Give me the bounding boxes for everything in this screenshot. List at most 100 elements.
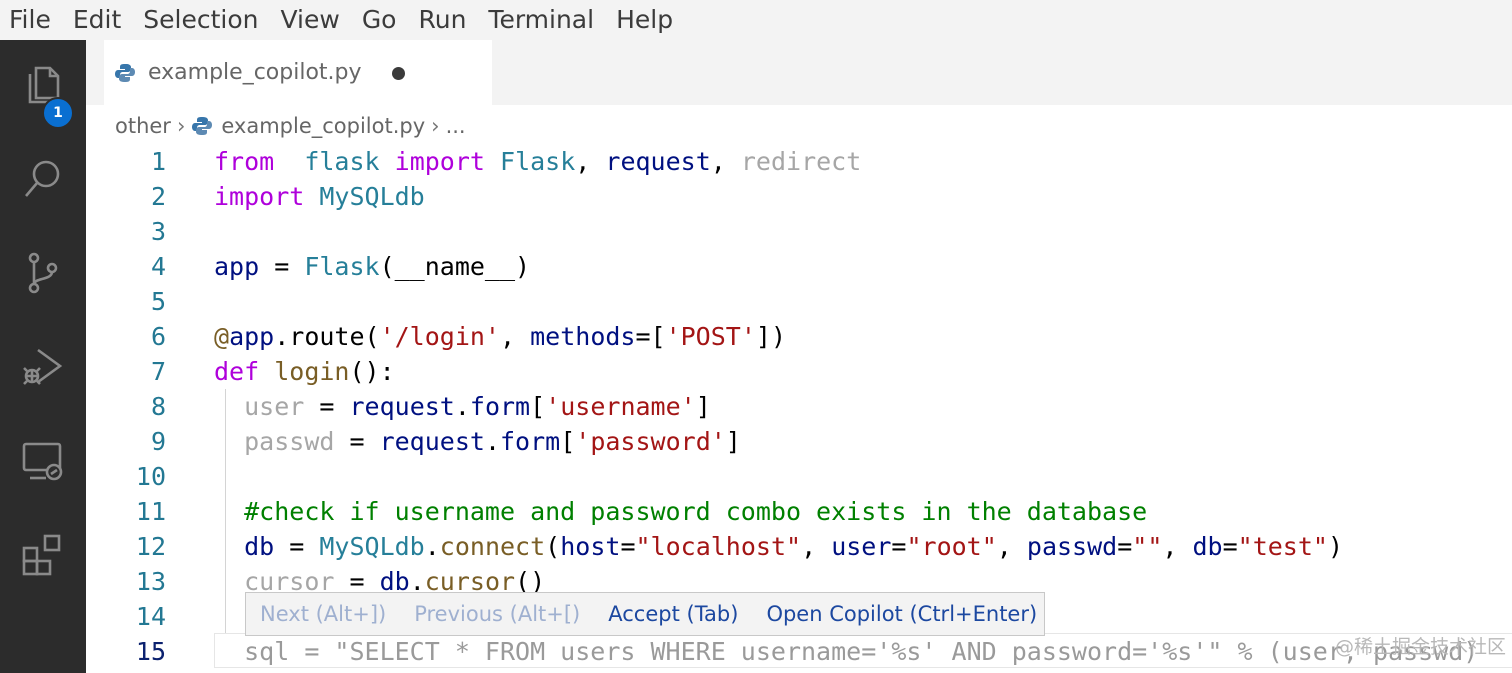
copilot-accept-button[interactable]: Accept (Tab) (594, 602, 752, 626)
chevron-right-icon: › (431, 114, 440, 138)
code-token: ] (725, 427, 741, 456)
code-token: db (1192, 532, 1223, 561)
code-token: user (831, 532, 892, 561)
code-token: request (349, 392, 455, 421)
line-number: 6 (150, 322, 166, 351)
code-text: #check if username and password combo ex… (214, 494, 1147, 529)
code-token: ) (1327, 532, 1344, 561)
breadcrumb-ellipsis[interactable]: ... (446, 114, 466, 138)
code-token: methods (530, 322, 636, 351)
code-token: , (1162, 532, 1193, 561)
menu-file[interactable]: File (0, 0, 62, 40)
code-token: '/login' (379, 322, 500, 351)
editor-tab[interactable]: example_copilot.py (104, 40, 492, 105)
code-token: app (214, 252, 260, 281)
copilot-ghost-text: sql = "SELECT * FROM users WHERE usernam… (244, 637, 1479, 666)
code-line[interactable]: 6 @app.route('/login', methods=['POST']) (86, 319, 1512, 354)
code-text: import MySQLdb (214, 179, 425, 214)
code-line[interactable]: 10 (86, 459, 1512, 494)
line-number: 15 (135, 637, 166, 666)
code-token: import (394, 147, 485, 176)
line-number: 7 (150, 357, 166, 386)
code-token: host (560, 532, 621, 561)
copilot-next-button[interactable]: Next (Alt+]) (246, 602, 400, 626)
source-control-button[interactable] (0, 238, 86, 308)
code-line[interactable]: 7 def login(): (86, 354, 1512, 389)
code-line[interactable]: 5 (86, 284, 1512, 319)
editor-tab-strip: example_copilot.py (86, 40, 1512, 105)
extensions-button[interactable] (0, 520, 86, 590)
explorer-badge: 1 (42, 97, 74, 129)
code-line[interactable]: 3 (86, 214, 1512, 249)
line-number: 11 (135, 497, 166, 526)
activity-bar: 1 (0, 40, 86, 673)
code-token: , (710, 147, 741, 176)
menu-view[interactable]: View (269, 0, 350, 40)
code-line[interactable]: 15 sql = "SELECT * FROM users WHERE user… (86, 634, 1512, 669)
line-number: 14 (135, 602, 166, 631)
code-token: = (620, 532, 636, 561)
code-token: flask (304, 147, 380, 176)
code-token: [ (560, 427, 576, 456)
code-token: , (996, 532, 1027, 561)
copilot-open-button[interactable]: Open Copilot (Ctrl+Enter) (752, 602, 1051, 626)
line-number: 5 (150, 287, 166, 316)
menu-terminal[interactable]: Terminal (477, 0, 605, 40)
tab-filename: example_copilot.py (148, 60, 362, 85)
code-token: passwd (244, 427, 335, 456)
breadcrumb-folder[interactable]: other (115, 114, 171, 138)
code-token: @ (214, 322, 230, 351)
code-token: redirect (740, 147, 862, 176)
code-line[interactable]: 4 app = Flask(__name__) (86, 249, 1512, 284)
code-token: from (214, 147, 275, 176)
menu-selection[interactable]: Selection (132, 0, 269, 40)
code-line[interactable]: 9 passwd = request.form['password'] (86, 424, 1512, 459)
code-line[interactable]: 1 from flask import Flask, request, redir… (86, 144, 1512, 179)
code-token: . (454, 392, 470, 421)
code-text: @app.route('/login', methods=['POST']) (214, 319, 786, 354)
code-token: =[ (635, 322, 666, 351)
code-token: "test" (1237, 532, 1328, 561)
code-token: (__name__) (379, 252, 531, 281)
code-token: login (274, 357, 350, 386)
code-token: = (259, 252, 305, 281)
breadcrumb-file[interactable]: example_copilot.py (221, 114, 425, 138)
code-token: .route( (274, 322, 380, 351)
copilot-suggestion-toolbar: Next (Alt+]) Previous (Alt+[) Accept (Ta… (245, 592, 1045, 636)
code-line[interactable]: 8 user = request.form['username'] (86, 389, 1512, 424)
explorer-button[interactable]: 1 (0, 50, 86, 129)
line-number: 10 (135, 462, 166, 491)
remote-explorer-button[interactable] (0, 426, 86, 496)
menu-edit[interactable]: Edit (62, 0, 132, 40)
code-token: ] (695, 392, 711, 421)
run-debug-button[interactable] (0, 332, 86, 402)
copilot-previous-button[interactable]: Previous (Alt+[) (400, 602, 594, 626)
code-token: [ (530, 392, 546, 421)
code-token: "" (1132, 532, 1163, 561)
code-token: . (484, 427, 500, 456)
search-icon (25, 160, 60, 197)
search-button[interactable] (0, 144, 86, 214)
menu-run[interactable]: Run (407, 0, 477, 40)
code-token: 'POST' (665, 322, 756, 351)
code-token: MySQLdb (319, 532, 425, 561)
line-number: 3 (150, 217, 166, 246)
code-token: Flask (304, 252, 380, 281)
code-line[interactable]: 12 db = MySQLdb.connect(host="localhost"… (86, 529, 1512, 564)
unsaved-dot-icon[interactable] (392, 67, 405, 80)
chevron-right-icon: › (176, 114, 186, 138)
code-token: ]) (755, 322, 786, 351)
code-line[interactable]: 11 #check if username and password combo… (86, 494, 1512, 529)
code-text: def login(): (214, 354, 395, 389)
code-token: = (334, 427, 380, 456)
menu-go[interactable]: Go (351, 0, 408, 40)
menu-help[interactable]: Help (605, 0, 684, 40)
code-line[interactable]: 2 import MySQLdb (86, 179, 1512, 214)
line-number: 12 (135, 532, 166, 561)
